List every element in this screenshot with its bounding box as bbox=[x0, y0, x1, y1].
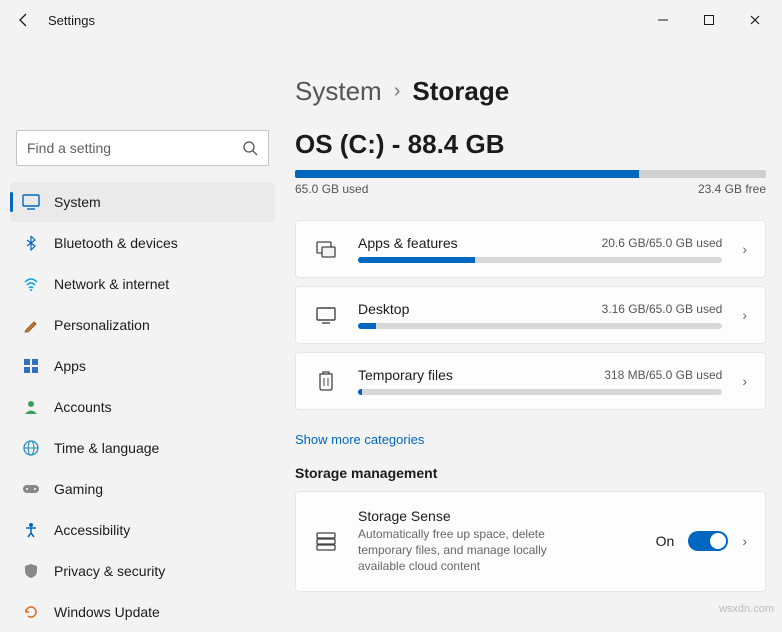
sidebar-item-network[interactable]: Network & internet bbox=[10, 264, 275, 304]
category-usage: 3.16 GB/65.0 GB used bbox=[602, 302, 723, 316]
sidebar-item-accounts[interactable]: Accounts bbox=[10, 387, 275, 427]
category-bar bbox=[358, 389, 722, 395]
sidebar-item-label: Bluetooth & devices bbox=[54, 235, 178, 251]
drive-used-label: 65.0 GB used bbox=[295, 182, 368, 196]
sidebar-item-gaming[interactable]: Gaming bbox=[10, 469, 275, 509]
show-more-categories-link[interactable]: Show more categories bbox=[295, 432, 424, 447]
chevron-right-icon: › bbox=[742, 307, 747, 323]
storage-sense-state-label: On bbox=[656, 533, 675, 549]
sidebar-nav: System Bluetooth & devices Network & int… bbox=[10, 182, 275, 632]
window-title: Settings bbox=[44, 13, 95, 28]
sidebar-item-label: Accounts bbox=[54, 399, 112, 415]
breadcrumb-parent[interactable]: System bbox=[295, 76, 382, 107]
sidebar-item-label: Gaming bbox=[54, 481, 103, 497]
chevron-right-icon: › bbox=[394, 80, 401, 103]
sidebar-item-bluetooth[interactable]: Bluetooth & devices bbox=[10, 223, 275, 263]
sidebar-item-label: Accessibility bbox=[54, 522, 130, 538]
accessibility-icon bbox=[22, 522, 40, 538]
chevron-right-icon: › bbox=[742, 241, 747, 257]
category-icon bbox=[314, 238, 338, 260]
personalization-icon bbox=[22, 317, 40, 333]
sidebar-item-label: Time & language bbox=[54, 440, 159, 456]
drive-title: OS (C:) - 88.4 GB bbox=[295, 129, 766, 160]
system-icon bbox=[22, 193, 40, 211]
sidebar-item-label: Privacy & security bbox=[54, 563, 165, 579]
sidebar-item-apps[interactable]: Apps bbox=[10, 346, 275, 386]
drive-free-label: 23.4 GB free bbox=[698, 182, 766, 196]
network-icon bbox=[22, 276, 40, 292]
storage-sense-icon bbox=[314, 530, 338, 552]
drive-usage-bar bbox=[295, 170, 766, 178]
breadcrumb: System › Storage bbox=[295, 76, 766, 107]
chevron-right-icon: › bbox=[742, 373, 747, 389]
sidebar-item-label: Network & internet bbox=[54, 276, 169, 292]
bluetooth-icon bbox=[22, 235, 40, 251]
storage-category-card[interactable]: Apps & features 20.6 GB/65.0 GB used › bbox=[295, 220, 766, 278]
back-button[interactable] bbox=[4, 0, 44, 40]
category-bar bbox=[358, 323, 722, 329]
storage-category-card[interactable]: Temporary files 318 MB/65.0 GB used › bbox=[295, 352, 766, 410]
time-language-icon bbox=[22, 440, 40, 456]
search-placeholder: Find a setting bbox=[27, 140, 242, 156]
chevron-right-icon: › bbox=[742, 533, 747, 549]
category-icon bbox=[314, 304, 338, 326]
storage-sense-desc: Automatically free up space, delete temp… bbox=[358, 526, 578, 575]
category-usage: 318 MB/65.0 GB used bbox=[604, 368, 722, 382]
accounts-icon bbox=[22, 399, 40, 415]
category-icon bbox=[314, 370, 338, 392]
apps-icon bbox=[22, 358, 40, 374]
storage-sense-toggle[interactable] bbox=[688, 531, 728, 551]
gaming-icon bbox=[22, 482, 40, 496]
sidebar-item-label: Personalization bbox=[54, 317, 150, 333]
category-usage: 20.6 GB/65.0 GB used bbox=[602, 236, 723, 250]
category-name: Temporary files bbox=[358, 367, 453, 383]
sidebar-item-label: Windows Update bbox=[54, 604, 160, 620]
sidebar-item-privacy[interactable]: Privacy & security bbox=[10, 551, 275, 591]
sidebar-item-label: Apps bbox=[54, 358, 86, 374]
storage-category-card[interactable]: Desktop 3.16 GB/65.0 GB used › bbox=[295, 286, 766, 344]
sidebar-item-windows-update[interactable]: Windows Update bbox=[10, 592, 275, 632]
privacy-icon bbox=[22, 563, 40, 579]
category-name: Desktop bbox=[358, 301, 409, 317]
sidebar-item-personalization[interactable]: Personalization bbox=[10, 305, 275, 345]
category-bar bbox=[358, 257, 722, 263]
sidebar-item-system[interactable]: System bbox=[10, 182, 275, 222]
minimize-button[interactable] bbox=[640, 4, 686, 36]
storage-sense-card[interactable]: Storage Sense Automatically free up spac… bbox=[295, 491, 766, 592]
storage-management-header: Storage management bbox=[295, 465, 766, 481]
sidebar-item-label: System bbox=[54, 194, 101, 210]
sidebar-item-accessibility[interactable]: Accessibility bbox=[10, 510, 275, 550]
maximize-button[interactable] bbox=[686, 4, 732, 36]
storage-sense-title: Storage Sense bbox=[358, 508, 636, 524]
watermark: wsxdn.com bbox=[719, 603, 774, 615]
close-button[interactable] bbox=[732, 4, 778, 36]
search-input[interactable]: Find a setting bbox=[16, 130, 269, 166]
category-name: Apps & features bbox=[358, 235, 458, 251]
search-icon bbox=[242, 140, 258, 156]
breadcrumb-current: Storage bbox=[412, 76, 509, 107]
sidebar-item-time-language[interactable]: Time & language bbox=[10, 428, 275, 468]
windows-update-icon bbox=[22, 604, 40, 620]
